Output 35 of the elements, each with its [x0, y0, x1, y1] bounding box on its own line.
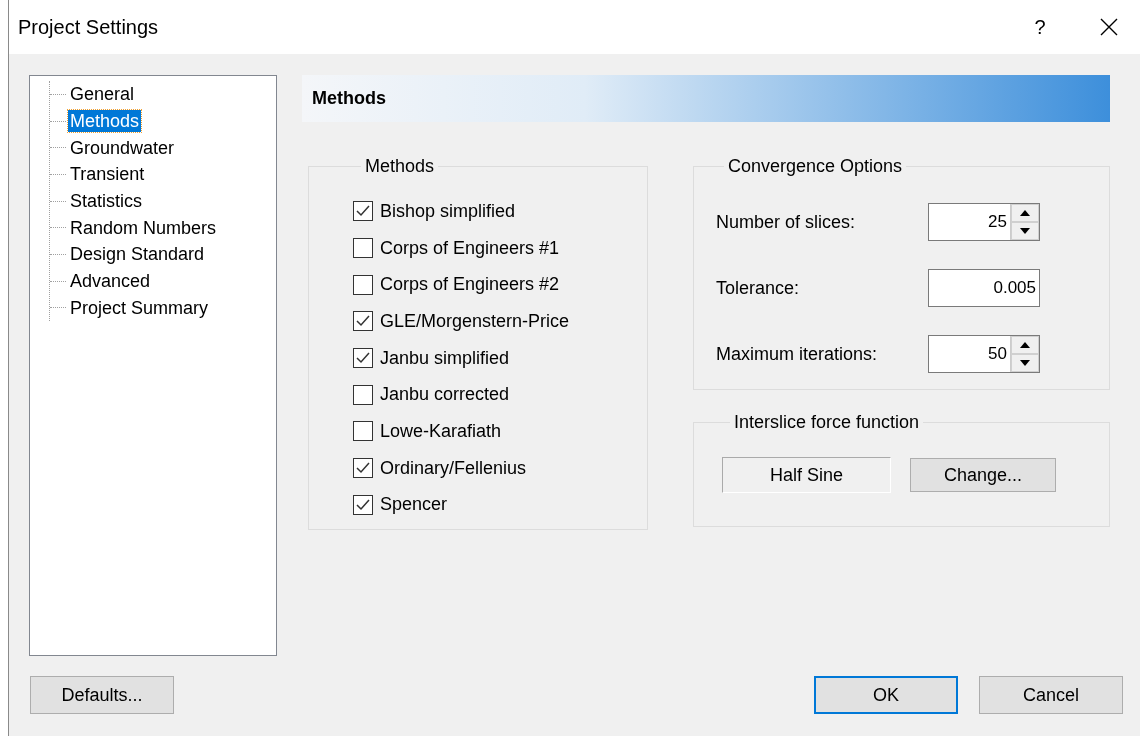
group-title: Methods — [364, 156, 436, 177]
window-title: Project Settings — [18, 15, 160, 39]
field-label: Tolerance: — [716, 277, 801, 299]
tree-item[interactable]: Project Summary — [68, 296, 211, 319]
tree-item[interactable]: General — [68, 83, 137, 106]
checkbox-label: Lowe-Karafiath — [380, 420, 502, 442]
checkbox-label: GLE/Morgenstern-Price — [380, 310, 570, 332]
page-header: Methods — [302, 75, 1110, 122]
checkbox-label: Corps of Engineers #2 — [380, 274, 560, 296]
checkbox-label: Janbu simplified — [380, 347, 510, 369]
help-button[interactable]: ? — [1026, 14, 1054, 40]
checkbox-label: Corps of Engineers #1 — [380, 237, 560, 259]
spin-field[interactable]: 25 — [928, 203, 1040, 241]
tree-item[interactable]: Groundwater — [68, 136, 177, 159]
tree-item[interactable]: Statistics — [68, 190, 145, 213]
field-label: Number of slices: — [716, 211, 857, 233]
dialog-button[interactable]: Cancel — [979, 676, 1123, 714]
group-title: Convergence Options — [727, 156, 904, 177]
field-label: Maximum iterations: — [716, 343, 879, 365]
checkbox-label: Bishop simplified — [380, 200, 516, 222]
tree-item[interactable]: Methods — [68, 110, 142, 133]
tree-item[interactable]: Design Standard — [68, 243, 207, 266]
checkbox-label: Ordinary/Fellenius — [380, 457, 527, 479]
checkbox-label: Janbu corrected — [380, 384, 510, 406]
dialog-button[interactable]: OK — [814, 676, 958, 714]
group-title: Interslice force function — [733, 412, 921, 433]
input-field[interactable]: 0.005 — [928, 269, 1040, 307]
tree-item[interactable]: Random Numbers — [68, 216, 219, 239]
checkbox-label: Spencer — [380, 494, 448, 516]
dialog-button[interactable]: Defaults... — [30, 676, 174, 714]
function-value: Half Sine — [722, 457, 891, 493]
change-button[interactable]: Change... — [910, 458, 1056, 492]
spin-field[interactable]: 50 — [928, 335, 1040, 373]
tree-item[interactable]: Transient — [68, 163, 147, 186]
tree-item[interactable]: Advanced — [68, 270, 153, 293]
